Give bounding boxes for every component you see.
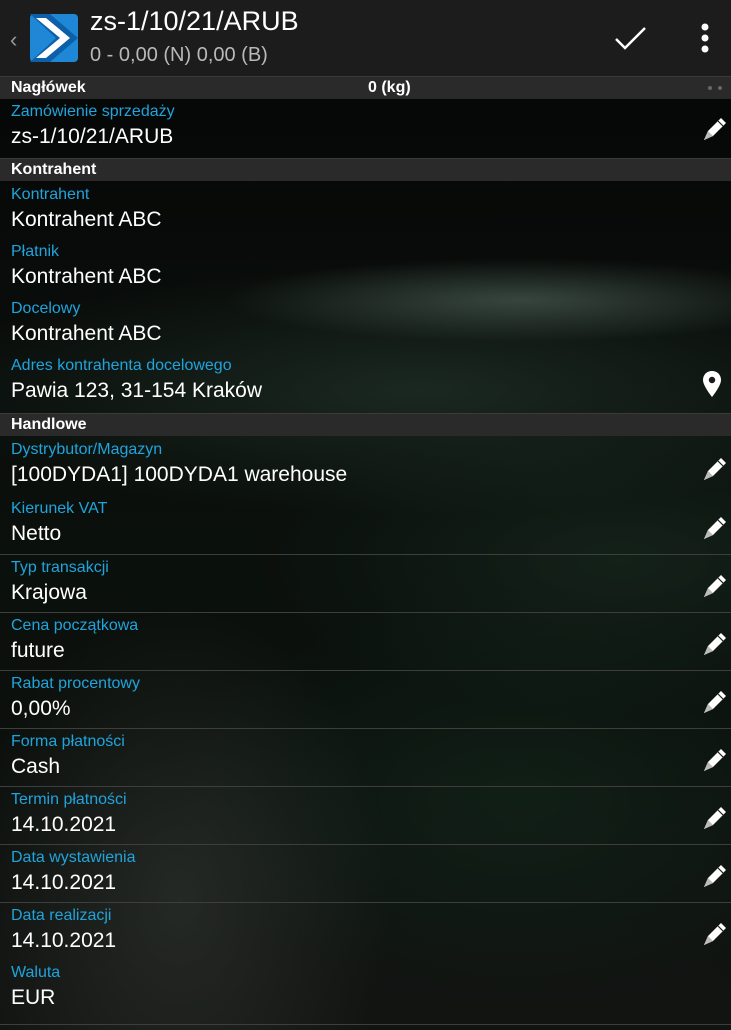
pencil-icon[interactable] bbox=[700, 745, 730, 775]
field-label: Data realizacji bbox=[11, 907, 112, 924]
total-weight: 0 (kg) bbox=[368, 79, 411, 96]
page-title: zs-1/10/21/ARUB bbox=[90, 6, 299, 36]
field-label: Data wystawienia bbox=[11, 849, 136, 866]
divider bbox=[0, 1024, 731, 1025]
field-value: zs-1/10/21/ARUB bbox=[11, 125, 174, 148]
app-logo-icon[interactable] bbox=[30, 14, 78, 62]
field-adres[interactable]: Adres kontrahenta docelowego Pawia 123, … bbox=[0, 353, 731, 410]
pencil-icon[interactable] bbox=[700, 454, 730, 484]
field-label: Waluta bbox=[11, 964, 61, 981]
field-data-realizacji[interactable]: Data realizacji 14.10.2021 bbox=[0, 902, 731, 960]
field-value: [100DYDA1] 100DYDA1 warehouse bbox=[11, 463, 348, 486]
pencil-icon[interactable] bbox=[700, 919, 730, 949]
section-header-kontrahent: Kontrahent bbox=[0, 158, 731, 181]
field-label: Zamówienie sprzedaży bbox=[11, 103, 175, 120]
page-subtitle: 0 - 0,00 (N) 0,00 (B) bbox=[90, 44, 268, 66]
field-value: Kontrahent ABC bbox=[11, 208, 162, 231]
field-value: 0,00% bbox=[11, 697, 71, 720]
pencil-icon[interactable] bbox=[700, 571, 730, 601]
field-value: Kontrahent ABC bbox=[11, 322, 162, 345]
field-value: Cash bbox=[11, 755, 61, 778]
check-icon[interactable] bbox=[610, 18, 650, 58]
section-header-naglowek: Nagłówek 0 (kg) bbox=[0, 76, 731, 99]
field-label: Adres kontrahenta docelowego bbox=[11, 357, 232, 374]
field-label: Kierunek VAT bbox=[11, 500, 108, 517]
section-label: Kontrahent bbox=[11, 161, 97, 178]
field-label: Docelowy bbox=[11, 300, 81, 317]
section-header-handlowe: Handlowe bbox=[0, 413, 731, 436]
field-forma-platnosci[interactable]: Forma płatności Cash bbox=[0, 728, 731, 786]
field-value: 14.10.2021 bbox=[11, 871, 117, 894]
field-kierunek-vat[interactable]: Kierunek VAT Netto bbox=[0, 496, 731, 553]
field-label: Rabat procentowy bbox=[11, 675, 140, 692]
field-platnik[interactable]: Płatnik Kontrahent ABC bbox=[0, 239, 731, 296]
field-value: Kontrahent ABC bbox=[11, 265, 162, 288]
field-value: 14.10.2021 bbox=[11, 813, 117, 836]
field-value: future bbox=[11, 639, 65, 662]
field-label: Termin płatności bbox=[11, 791, 127, 808]
pencil-icon[interactable] bbox=[700, 861, 730, 891]
field-data-wystawienia[interactable]: Data wystawienia 14.10.2021 bbox=[0, 844, 731, 902]
field-cena-poczatkowa[interactable]: Cena początkowa future bbox=[0, 612, 731, 670]
field-rabat-procentowy[interactable]: Rabat procentowy 0,00% bbox=[0, 670, 731, 728]
field-dystrybutor[interactable]: Dystrybutor/Magazyn [100DYDA1] 100DYDA1 … bbox=[0, 437, 731, 494]
document-screen: ‹ zs-1/10/21/ARUB 0 - 0,00 (N) 0,00 (B) … bbox=[0, 0, 731, 1030]
field-value: Krajowa bbox=[11, 581, 87, 604]
drag-handle-icon[interactable] bbox=[707, 86, 723, 90]
pencil-icon[interactable] bbox=[700, 513, 730, 543]
field-zamowienie[interactable]: Zamówienie sprzedaży zs-1/10/21/ARUB bbox=[0, 99, 731, 156]
field-label: Cena początkowa bbox=[11, 617, 139, 634]
field-waluta[interactable]: Waluta EUR bbox=[0, 960, 731, 1017]
pencil-icon[interactable] bbox=[700, 114, 730, 144]
field-label: Typ transakcji bbox=[11, 559, 109, 576]
field-label: Kontrahent bbox=[11, 186, 90, 203]
pencil-icon[interactable] bbox=[700, 687, 730, 717]
field-termin-platnosci[interactable]: Termin płatności 14.10.2021 bbox=[0, 786, 731, 844]
action-bar: ‹ zs-1/10/21/ARUB 0 - 0,00 (N) 0,00 (B) bbox=[0, 0, 731, 76]
field-typ-transakcji[interactable]: Typ transakcji Krajowa bbox=[0, 554, 731, 612]
field-value: 14.10.2021 bbox=[11, 929, 117, 952]
field-value: Pawia 123, 31-154 Kraków bbox=[11, 379, 262, 402]
field-label: Forma płatności bbox=[11, 733, 125, 750]
pencil-icon[interactable] bbox=[700, 629, 730, 659]
field-label: Płatnik bbox=[11, 243, 60, 260]
field-label: Dystrybutor/Magazyn bbox=[11, 441, 163, 458]
field-docelowy[interactable]: Docelowy Kontrahent ABC bbox=[0, 296, 731, 353]
chevron-left-icon[interactable]: ‹ bbox=[10, 29, 17, 51]
more-vert-icon[interactable] bbox=[690, 18, 720, 58]
field-kontrahent[interactable]: Kontrahent Kontrahent ABC bbox=[0, 182, 731, 239]
section-label: Handlowe bbox=[11, 416, 87, 433]
pencil-icon[interactable] bbox=[700, 803, 730, 833]
section-label: Nagłówek bbox=[11, 79, 86, 96]
field-value: Netto bbox=[11, 522, 62, 545]
field-value: EUR bbox=[11, 986, 56, 1009]
map-pin-icon[interactable] bbox=[702, 370, 722, 398]
